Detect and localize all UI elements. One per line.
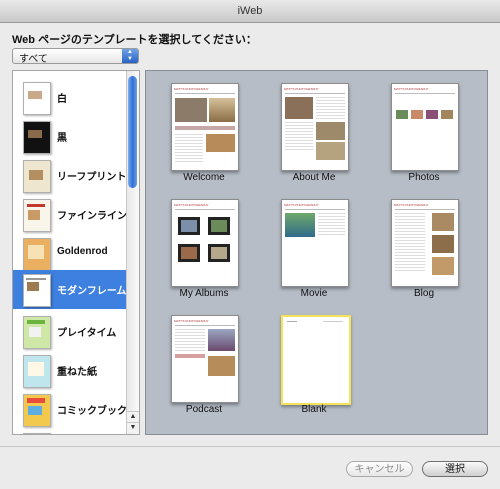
modern-frame-theme-thumbnail xyxy=(23,274,51,307)
template-movie[interactable]: MATT'S PHOTOGRAPHY Movie xyxy=(274,199,354,303)
sidebar-item-label: コミックブック xyxy=(57,406,127,417)
template-label: Blog xyxy=(413,288,434,299)
sidebar-item-label: 白 xyxy=(57,94,67,105)
my-albums-template-thumbnail: MATT'S PHOTOGRAPHY xyxy=(171,199,239,287)
white-theme-thumbnail xyxy=(23,82,51,115)
cancel-button[interactable]: キャンセル xyxy=(346,461,413,477)
podcast-template-thumbnail: MATT'S PHOTOGRAPHY xyxy=(171,315,239,403)
footer-divider xyxy=(0,446,500,447)
sidebar-scrollbar[interactable]: ▲ ▼ xyxy=(126,71,139,434)
black-theme-thumbnail xyxy=(23,121,51,154)
template-welcome[interactable]: MATT'S PHOTOGRAPHY Welcome xyxy=(164,83,244,187)
playtime-theme-thumbnail xyxy=(23,316,51,349)
layered-paper-theme-thumbnail xyxy=(23,355,51,388)
fine-line-theme-thumbnail xyxy=(23,199,51,232)
scrollbar-thumb[interactable] xyxy=(128,76,137,188)
sidebar-item-label: リーフプリント xyxy=(57,172,127,183)
sidebar-item-comic-book[interactable]: コミックブック xyxy=(13,390,128,429)
theme-list[interactable]: 白 黒 リーフプリント ファインライン Goldenrod モダンフレーム プレ… xyxy=(12,70,140,435)
template-label: Podcast xyxy=(185,404,223,415)
goldenrod-theme-thumbnail xyxy=(23,238,51,271)
template-photos[interactable]: MATT'S PHOTOGRAPHY Photos xyxy=(384,83,464,187)
category-popup[interactable]: すべて ▲ ▼ xyxy=(12,48,139,65)
template-my-albums[interactable]: MATT'S PHOTOGRAPHY My Albums xyxy=(164,199,244,303)
template-label: About Me xyxy=(292,172,336,183)
sidebar-item-layered-paper[interactable]: 重ねた紙 xyxy=(13,351,128,390)
template-prompt: Web ページのテンプレートを選択してください： xyxy=(12,34,257,46)
thumbnail-header: MATT'S PHOTOGRAPHY xyxy=(394,203,429,207)
sidebar-item-partial xyxy=(13,429,128,434)
sidebar-item-label: モダンフレーム xyxy=(57,286,127,297)
category-popup-value: すべて xyxy=(19,54,48,65)
movie-template-thumbnail: MATT'S PHOTOGRAPHY xyxy=(281,199,349,287)
template-label: Blank xyxy=(301,404,327,415)
template-podcast[interactable]: MATT'S PHOTOGRAPHY Podcast xyxy=(164,315,244,419)
scroll-down-arrow-icon[interactable]: ▼ xyxy=(127,422,139,433)
thumbnail-header: MATT'S PHOTOGRAPHY xyxy=(174,87,209,91)
template-grid: MATT'S PHOTOGRAPHY Welcome MATT'S PHOTOG… xyxy=(145,70,488,435)
sidebar-item-label: Goldenrod xyxy=(57,246,108,257)
popup-arrows-icon: ▲ ▼ xyxy=(122,49,138,63)
template-blog[interactable]: MATT'S PHOTOGRAPHY Blog xyxy=(384,199,464,303)
blog-template-thumbnail: MATT'S PHOTOGRAPHY xyxy=(391,199,459,287)
sidebar-item-fine-line[interactable]: ファインライン xyxy=(13,195,128,234)
template-label: Photos xyxy=(408,172,440,183)
template-blank[interactable]: Blank xyxy=(274,315,354,419)
select-button[interactable]: 選択 xyxy=(422,461,488,477)
thumbnail-header: MATT'S PHOTOGRAPHY xyxy=(174,203,209,207)
about-me-template-thumbnail: MATT'S PHOTOGRAPHY xyxy=(281,83,349,171)
window-titlebar: iWeb xyxy=(0,0,500,23)
leaf-print-theme-thumbnail xyxy=(23,160,51,193)
template-label: My Albums xyxy=(179,288,229,299)
sidebar-item-black[interactable]: 黒 xyxy=(13,117,128,156)
comic-book-theme-thumbnail xyxy=(23,394,51,427)
template-label: Movie xyxy=(300,288,328,299)
sidebar-item-label: ファインライン xyxy=(57,211,127,222)
blank-template-thumbnail xyxy=(281,315,351,405)
sidebar-item-modern-frame[interactable]: モダンフレーム xyxy=(13,270,128,309)
welcome-template-thumbnail: MATT'S PHOTOGRAPHY xyxy=(171,83,239,171)
thumbnail-header: MATT'S PHOTOGRAPHY xyxy=(394,87,429,91)
window-title: iWeb xyxy=(237,5,263,17)
sidebar-item-leaf-print[interactable]: リーフプリント xyxy=(13,156,128,195)
sidebar-item-label: 黒 xyxy=(57,133,67,144)
sidebar-item-label: プレイタイム xyxy=(57,328,117,339)
sidebar-item-label: 重ねた紙 xyxy=(57,367,97,378)
photos-template-thumbnail: MATT'S PHOTOGRAPHY xyxy=(391,83,459,171)
thumbnail-header: MATT'S PHOTOGRAPHY xyxy=(284,203,319,207)
template-about-me[interactable]: MATT'S PHOTOGRAPHY About Me xyxy=(274,83,354,187)
template-label: Welcome xyxy=(183,172,225,183)
thumbnail-header: MATT'S PHOTOGRAPHY xyxy=(284,87,319,91)
sidebar-item-white[interactable]: 白 xyxy=(13,78,128,117)
sidebar-item-goldenrod[interactable]: Goldenrod xyxy=(13,234,128,273)
scroll-up-arrow-icon[interactable]: ▲ xyxy=(127,411,139,422)
sidebar-item-playtime[interactable]: プレイタイム xyxy=(13,312,128,351)
thumbnail-header: MATT'S PHOTOGRAPHY xyxy=(174,319,209,323)
theme-thumbnail xyxy=(23,433,51,434)
